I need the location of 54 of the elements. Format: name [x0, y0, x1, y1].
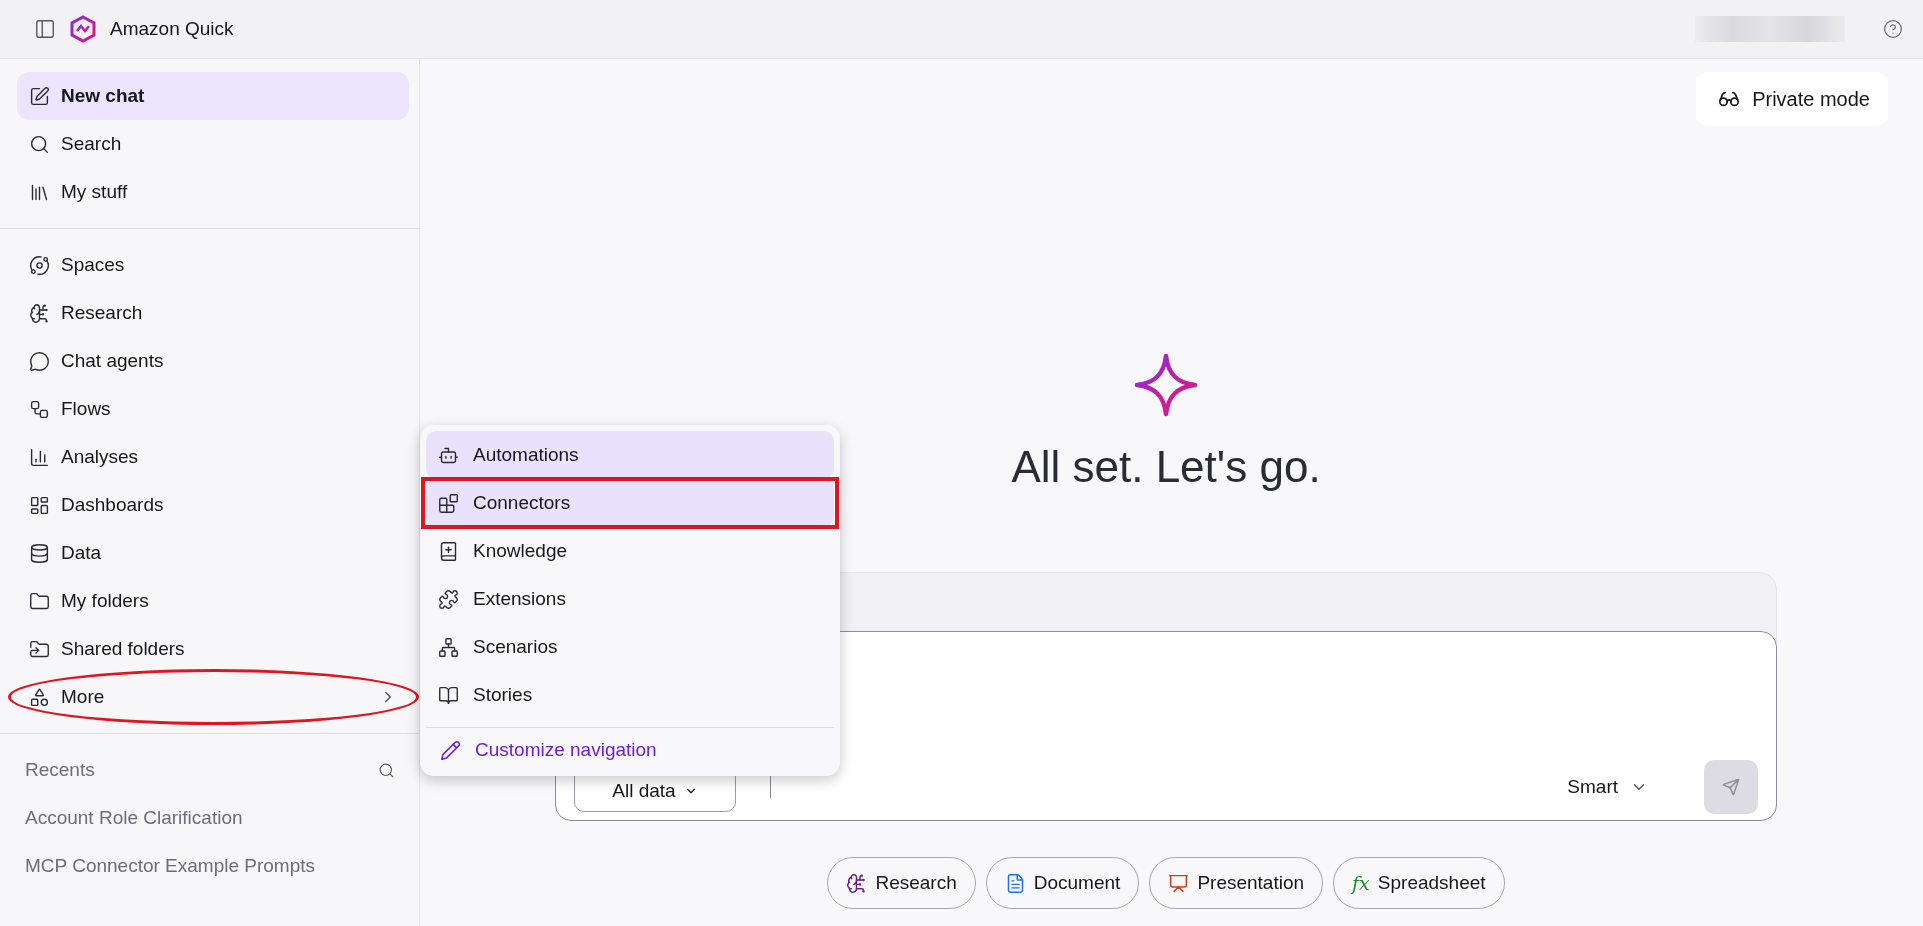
book-plus-icon: [438, 540, 459, 562]
workflow-icon: [29, 398, 50, 420]
pencil-icon: [440, 739, 461, 761]
shared-folder-icon: [29, 638, 50, 660]
network-icon: [438, 636, 459, 658]
model-dropdown[interactable]: Smart: [1561, 775, 1654, 799]
app-title: Amazon Quick: [110, 18, 234, 40]
shapes-icon: [29, 686, 50, 708]
search-icon: [29, 133, 50, 155]
logo-icon: [70, 15, 96, 43]
sidebar-item[interactable]: Data: [17, 529, 409, 577]
sidebar-item[interactable]: Analyses: [17, 433, 409, 481]
shortcut-chip[interactable]: Document: [985, 857, 1140, 909]
sidebar-item[interactable]: Chat agents: [17, 337, 409, 385]
menu-item[interactable]: Automations: [426, 431, 834, 479]
sidebar-item[interactable]: Flows: [17, 385, 409, 433]
shortcut-chip[interactable]: fx Spreadsheet: [1333, 857, 1505, 909]
help-icon[interactable]: [1883, 19, 1903, 39]
shortcut-chip[interactable]: Presentation: [1149, 857, 1324, 909]
sidebar-item[interactable]: New chat: [17, 72, 409, 120]
send-icon: [1722, 778, 1740, 796]
database-icon: [29, 542, 50, 564]
menu-item[interactable]: Extensions: [426, 575, 834, 623]
recent-chat-link[interactable]: MCP Connector Example Prompts: [17, 842, 409, 890]
sidebar-item[interactable]: Spaces: [17, 241, 409, 289]
sidebar-item[interactable]: My stuff: [17, 168, 409, 216]
welcome-heading: All set. Let's go.: [1011, 442, 1321, 492]
shortcut-chip[interactable]: Research: [827, 857, 976, 909]
sidebar-item[interactable]: Search: [17, 120, 409, 168]
bar-chart-icon: [29, 446, 50, 468]
sidebar-item[interactable]: My folders: [17, 577, 409, 625]
chat-bubble-icon: [29, 350, 50, 372]
more-item[interactable]: More: [17, 673, 409, 721]
menu-item[interactable]: Knowledge: [426, 527, 834, 575]
folder-icon: [29, 590, 50, 612]
brain-icon: [29, 302, 50, 324]
recents-heading: Recents: [25, 759, 95, 781]
private-mode-button[interactable]: Private mode: [1696, 72, 1888, 126]
book-icon: [438, 684, 459, 706]
sidebar-item[interactable]: Shared folders: [17, 625, 409, 673]
sidebar-item[interactable]: Research: [17, 289, 409, 337]
presentation-icon: [1168, 872, 1190, 894]
function-glyph: fx: [1352, 872, 1370, 894]
sparkle-icon: [1133, 352, 1199, 418]
recent-chat-link[interactable]: Account Role Clarification: [17, 794, 409, 842]
edit-icon: [29, 85, 50, 107]
puzzle-icon: [438, 588, 459, 610]
sidebar-toggle-icon[interactable]: [34, 18, 56, 40]
dashboard-icon: [29, 494, 50, 516]
blocks-icon: [438, 492, 459, 514]
orbit-icon: [29, 254, 50, 276]
sidebar-item[interactable]: Dashboards: [17, 481, 409, 529]
brain-icon: [846, 872, 868, 894]
search-icon[interactable]: [378, 761, 395, 779]
